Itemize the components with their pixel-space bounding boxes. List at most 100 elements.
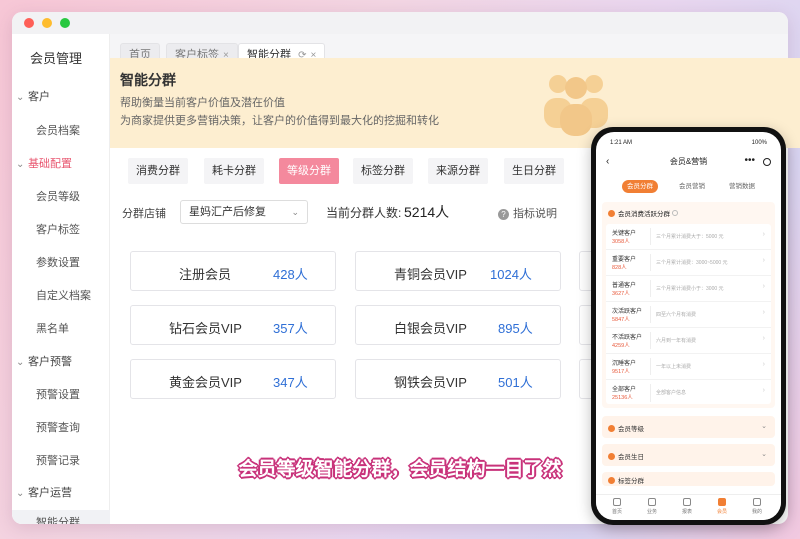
sidebar-group-customer[interactable]: ⌄ 客户: [16, 88, 50, 104]
segment-card[interactable]: 白银会员VIP 895人: [355, 305, 561, 345]
list-item[interactable]: 关键客户 3058人 三个月累计消费大于：5000 元 ›: [606, 224, 771, 250]
nav-reports[interactable]: 报表: [672, 498, 702, 515]
sidebar-item-customer-tags[interactable]: 客户标签: [36, 221, 80, 237]
status-battery: 100%: [751, 140, 767, 146]
heart-icon: [608, 210, 615, 217]
nav-member[interactable]: 会员: [707, 498, 737, 515]
more-icon[interactable]: •••: [744, 155, 755, 166]
filter-consumption[interactable]: 消费分群: [128, 158, 188, 184]
chevron-right-icon: ›: [762, 361, 765, 368]
nav-business[interactable]: 业务: [637, 498, 667, 515]
segment-count: 1024人: [490, 267, 532, 282]
segment-card[interactable]: 黄金会员VIP 347人: [130, 359, 336, 399]
row-count: 828人: [612, 265, 627, 271]
filter-source[interactable]: 来源分群: [428, 158, 488, 184]
segment-count: 347人: [273, 375, 308, 390]
sidebar-item-member-level[interactable]: 会员等级: [36, 188, 80, 204]
list-item[interactable]: 普通客户 3627人 三个月累计消费小于：3000 元 ›: [606, 276, 771, 302]
sidebar-group-label: 基础配置: [28, 158, 72, 170]
chevron-right-icon: ›: [762, 387, 765, 394]
segment-count: 428人: [273, 267, 308, 282]
section-member-level[interactable]: 会员等级 ⌄: [602, 416, 775, 438]
row-count: 4259人: [612, 343, 630, 349]
section-title: 会员等级: [618, 426, 644, 433]
chevron-right-icon: ›: [762, 335, 765, 342]
sidebar-group-basic-config[interactable]: ⌄ 基础配置: [16, 155, 72, 171]
section-title: 标签分群: [618, 478, 644, 485]
sidebar-group-customer-ops[interactable]: ⌄ 客户运营: [16, 484, 72, 500]
maximize-window-button[interactable]: [60, 18, 70, 28]
segment-card[interactable]: 钢铁会员VIP 501人: [355, 359, 561, 399]
section-tag-segment[interactable]: 标签分群: [602, 472, 775, 486]
member-icon: [718, 498, 726, 506]
page-title: 智能分群: [120, 72, 176, 88]
filter-birthday[interactable]: 生日分群: [504, 158, 564, 184]
row-count: 25136人: [612, 395, 633, 401]
row-count: 5847人: [612, 317, 630, 323]
grid-icon: [648, 498, 656, 506]
segment-name: 青铜会员VIP: [394, 267, 467, 282]
chevron-right-icon: ›: [762, 283, 765, 290]
section-title: 会员生日: [618, 454, 644, 461]
phone-bottom-nav: 首页 业务 报表 会员 我的: [596, 494, 781, 520]
row-name: 沉睡客户: [612, 361, 637, 367]
nav-label: 报表: [681, 509, 692, 515]
phone-mockup: 1:21 AM 100% ‹ 会员&营销 ••• 会员分群 会员营销 营销数据 …: [591, 127, 786, 525]
filter-card-usage[interactable]: 耗卡分群: [204, 158, 264, 184]
sidebar-item-smart-segment[interactable]: 智能分群: [12, 510, 110, 524]
sidebar-item-alert-settings[interactable]: 预警设置: [36, 386, 80, 402]
nav-label: 首页: [611, 509, 622, 515]
sidebar-item-alert-query[interactable]: 预警查询: [36, 419, 80, 435]
sidebar-group-label: 客户: [28, 91, 50, 103]
nav-home[interactable]: 首页: [602, 498, 632, 515]
sidebar-item-member-profile[interactable]: 会员档案: [36, 122, 80, 138]
list-item[interactable]: 重要客户 828人 三个月累计消费：3000~5000 元 ›: [606, 250, 771, 276]
phone-tab-marketing-data[interactable]: 营销数据: [724, 180, 760, 193]
phone-tab-member-marketing[interactable]: 会员营销: [674, 180, 710, 193]
segment-name: 白银会员VIP: [394, 321, 467, 336]
list-item[interactable]: 不活跃客户 4259人 六月到一年有消费 ›: [606, 328, 771, 354]
metric-explanation-link[interactable]: ? 指标说明: [498, 205, 557, 221]
panel-title: 会员消费活跃分群: [618, 211, 670, 218]
sidebar-item-blacklist[interactable]: 黑名单: [36, 320, 69, 336]
status-time: 1:21 AM: [610, 140, 633, 146]
segment-card[interactable]: 青铜会员VIP 1024人: [355, 251, 561, 291]
target-icon[interactable]: [763, 158, 771, 166]
segment-card[interactable]: 钻石会员VIP 357人: [130, 305, 336, 345]
filter-tags[interactable]: 标签分群: [353, 158, 413, 184]
row-name: 次活跃客户: [612, 309, 643, 315]
filter-level[interactable]: 等级分群: [279, 158, 339, 184]
back-icon[interactable]: ‹: [606, 156, 609, 167]
cake-icon: [608, 453, 615, 460]
segment-card[interactable]: 注册会员 428人: [130, 251, 336, 291]
store-select[interactable]: 星妈汇产后修复 ⌄: [180, 200, 308, 224]
list-item[interactable]: 全部客户 25136人 全部客户信息 ›: [606, 380, 771, 406]
row-desc: 三个月累计消费大于：5000 元: [650, 228, 724, 245]
nav-mine[interactable]: 我的: [742, 498, 772, 515]
minimize-window-button[interactable]: [42, 18, 52, 28]
chevron-right-icon: ›: [762, 309, 765, 316]
row-desc: 全部客户信息: [650, 384, 686, 402]
chevron-down-icon: ⌄: [16, 159, 25, 170]
segment-name: 钢铁会员VIP: [394, 375, 467, 390]
list-item[interactable]: 沉睡客户 9517人 一年以上未消费 ›: [606, 354, 771, 380]
store-label: 分群店铺: [122, 208, 166, 220]
user-icon: [753, 498, 761, 506]
list-item[interactable]: 次活跃客户 5847人 四至六个月有消费 ›: [606, 302, 771, 328]
sidebar-item-param-settings[interactable]: 参数设置: [36, 254, 80, 270]
row-name: 重要客户: [612, 257, 637, 263]
row-count: 3058人: [612, 239, 630, 245]
chevron-right-icon: ›: [762, 231, 765, 238]
sidebar-item-custom-profile[interactable]: 自定义档案: [36, 287, 91, 303]
sidebar-group-customer-alert[interactable]: ⌄ 客户预警: [16, 353, 72, 369]
banner-description: 为商家提供更多营销决策，让客户的价值得到最大化的挖掘和转化: [120, 115, 439, 127]
section-member-birthday[interactable]: 会员生日 ⌄: [602, 444, 775, 466]
row-desc: 六月到一年有消费: [650, 332, 696, 349]
segment-list: 关键客户 3058人 三个月累计消费大于：5000 元 › 重要客户 828人 三个月累计…: [606, 224, 771, 404]
chevron-down-icon: ⌄: [761, 451, 767, 458]
question-icon: ?: [498, 209, 509, 220]
phone-tab-member-segment[interactable]: 会员分群: [622, 180, 658, 193]
close-window-button[interactable]: [24, 18, 34, 28]
segment-name: 钻石会员VIP: [169, 321, 242, 336]
banner-description: 帮助衡量当前客户价值及潜在价值: [120, 97, 285, 109]
